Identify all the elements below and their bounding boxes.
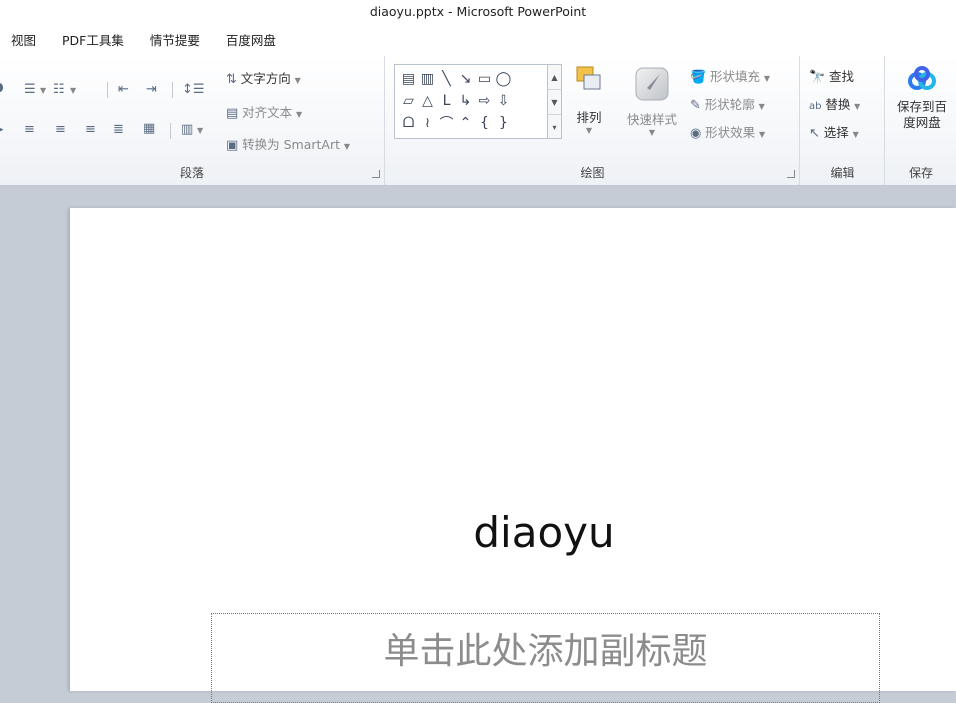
- paragraph-launcher-icon[interactable]: [372, 170, 380, 178]
- bullets-icon[interactable]: ☰: [24, 82, 36, 97]
- tab-view[interactable]: 视图: [0, 26, 49, 56]
- text-direction-icon: ⇅: [226, 72, 237, 87]
- binoculars-icon: 🔭: [809, 70, 826, 85]
- subtitle-placeholder[interactable]: 单击此处添加副标题: [211, 613, 880, 703]
- shape-down-arrow-icon[interactable]: ⇩: [494, 90, 513, 112]
- align-text-label: 对齐文本: [242, 105, 293, 120]
- shape-arc-icon[interactable]: ⌒: [437, 112, 456, 134]
- gallery-up-icon[interactable]: ▲: [548, 65, 561, 90]
- subtitle-placeholder-text: 单击此处添加副标题: [383, 631, 708, 672]
- align-center-icon[interactable]: ≡: [55, 122, 66, 137]
- find-button[interactable]: 🔭 查找: [809, 66, 854, 85]
- convert-smartart-label: 转换为 SmartArt: [242, 137, 341, 152]
- replace-button[interactable]: ab 替换 ▼: [809, 94, 860, 113]
- shape-outline-button[interactable]: ✎ 形状轮廓 ▼: [690, 94, 765, 113]
- shape-left-brace-icon[interactable]: {: [475, 112, 494, 134]
- shape-line-icon[interactable]: ╲: [437, 68, 456, 90]
- shapes-gallery[interactable]: ▤ ▥ ╲ ↘ ▭ ◯ ▱ △ ᒪ ↳ ⇨ ⇩ ᗝ ≀ ⌒ ⌃ { }: [394, 64, 548, 139]
- ribbon-tabs: 视图 PDF工具集 情节提要 百度网盘: [0, 26, 956, 56]
- shape-textbox-icon[interactable]: ▤: [399, 68, 418, 90]
- arrange-label: 排列: [576, 110, 602, 125]
- shape-effects-button[interactable]: ◉ 形状效果 ▼: [690, 122, 765, 141]
- save-to-baidu-label-2: 度网盘: [903, 115, 941, 130]
- baidu-netdisk-icon: [908, 66, 936, 90]
- justify-icon[interactable]: ≣: [113, 122, 124, 137]
- line-spacing-icon[interactable]: ↕☰: [182, 82, 205, 97]
- replace-label: 替换: [825, 97, 851, 112]
- numbering-icon[interactable]: ☷: [53, 82, 65, 97]
- quick-styles-label: 快速样式: [626, 112, 677, 127]
- replace-icon: ab: [809, 101, 822, 112]
- shape-oval-icon[interactable]: ◯: [494, 68, 513, 90]
- pen-icon: ✎: [690, 98, 701, 113]
- bullets-dropdown-icon[interactable]: ▼: [40, 86, 46, 95]
- cursor-icon: ↖: [809, 126, 820, 141]
- select-button[interactable]: ↖ 选择 ▼: [809, 122, 859, 141]
- distributed-icon[interactable]: ▦: [143, 121, 155, 136]
- shape-outline-label: 形状轮廓: [704, 97, 755, 112]
- decrease-indent-icon[interactable]: ⇤: [118, 82, 129, 97]
- shape-freeform-icon[interactable]: ᗝ: [399, 112, 418, 134]
- drawing-launcher-icon[interactable]: [787, 170, 795, 178]
- title-bar: diaoyu.pptx - Microsoft PowerPoint: [0, 0, 956, 26]
- arrange-button[interactable]: 排列 ▼: [570, 64, 608, 154]
- columns-icon[interactable]: ▥: [181, 122, 193, 137]
- columns-dropdown-icon[interactable]: ▼: [197, 126, 203, 135]
- quick-styles-icon: [635, 67, 669, 101]
- select-label: 选择: [823, 125, 849, 140]
- paint-bucket-icon: 🪣: [690, 70, 707, 85]
- tab-baidu-netdisk[interactable]: 百度网盘: [213, 26, 289, 56]
- paragraph-group-label: 段落: [179, 166, 204, 180]
- shape-arrow-line-icon[interactable]: ↘: [456, 68, 475, 90]
- partial-icon-2: ▸: [0, 122, 4, 137]
- shape-rectangle-icon[interactable]: ▭: [475, 68, 494, 90]
- slide-canvas[interactable]: diaoyu 单击此处添加副标题: [70, 208, 956, 703]
- align-left-icon[interactable]: ≡: [24, 122, 35, 137]
- editing-group: 🔭 查找 ab 替换 ▼ ↖ 选择 ▼ 编辑: [801, 56, 885, 185]
- effects-icon: ◉: [690, 126, 702, 141]
- shape-fill-label: 形状填充: [710, 69, 761, 84]
- numbering-dropdown-icon[interactable]: ▼: [70, 86, 76, 95]
- drawing-group-label: 绘图: [580, 166, 605, 180]
- quick-styles-button[interactable]: 快速样式 ▼: [620, 64, 684, 154]
- shape-right-arrow-icon[interactable]: ⇨: [475, 90, 494, 112]
- gallery-more-icon[interactable]: ▾: [548, 115, 561, 140]
- shape-fill-button[interactable]: 🪣 形状填充 ▼: [690, 66, 770, 85]
- shape-triangle-icon[interactable]: △: [418, 90, 437, 112]
- shape-right-brace-icon[interactable]: }: [494, 112, 513, 134]
- shape-vertical-textbox-icon[interactable]: ▥: [418, 68, 437, 90]
- arrange-icon: [576, 66, 601, 90]
- save-to-baidu-button[interactable]: 保存到百 度网盘: [888, 66, 956, 131]
- gallery-down-icon[interactable]: ▼: [548, 90, 561, 115]
- slide-title[interactable]: diaoyu: [70, 508, 956, 557]
- find-label: 查找: [829, 69, 855, 84]
- shape-effects-label: 形状效果: [705, 125, 756, 140]
- shape-rounded-rect-icon[interactable]: ▱: [399, 90, 418, 112]
- increase-indent-icon[interactable]: ⇥: [146, 82, 157, 97]
- shape-elbow-connector-icon[interactable]: ᒪ: [437, 90, 456, 112]
- text-direction-button[interactable]: ⇅ 文字方向 ▼: [226, 68, 301, 87]
- slide-workspace: diaoyu 单击此处添加副标题: [0, 186, 956, 703]
- window-title: diaoyu.pptx - Microsoft PowerPoint: [369, 4, 587, 19]
- editing-group-label: 编辑: [830, 166, 855, 180]
- align-text-button[interactable]: ▤ 对齐文本 ▼: [226, 102, 302, 121]
- ribbon: ◗ ▸ ☰ ▼ ☷ ▼ ⇤ ⇥ ↕☰ ≡ ≡ ≡ ≣ ▦ ▥ ▼ ⇅ 文字方向 …: [0, 56, 956, 186]
- tab-pdf-tools[interactable]: PDF工具集: [49, 26, 137, 56]
- shapes-gallery-scroll[interactable]: ▲ ▼ ▾: [548, 64, 562, 139]
- shape-curve-icon[interactable]: ⌃: [456, 112, 475, 134]
- paragraph-group: ◗ ▸ ☰ ▼ ☷ ▼ ⇤ ⇥ ↕☰ ≡ ≡ ≡ ≣ ▦ ▥ ▼ ⇅ 文字方向 …: [0, 56, 385, 185]
- save-to-baidu-label-1: 保存到百: [896, 99, 947, 114]
- align-right-icon[interactable]: ≡: [85, 122, 96, 137]
- shape-scribble-icon[interactable]: ≀: [418, 112, 437, 134]
- partial-icon: ◗: [0, 80, 4, 95]
- tab-storyboard[interactable]: 情节提要: [137, 26, 213, 56]
- drawing-group: ▤ ▥ ╲ ↘ ▭ ◯ ▱ △ ᒪ ↳ ⇨ ⇩ ᗝ ≀ ⌒ ⌃ { } ▲ ▼ …: [386, 56, 800, 185]
- align-text-icon: ▤: [226, 106, 239, 121]
- convert-smartart-button[interactable]: ▣ 转换为 SmartArt ▼: [226, 134, 350, 153]
- text-direction-label: 文字方向: [240, 71, 291, 86]
- save-group-label: 保存: [908, 166, 933, 180]
- save-group: 保存到百 度网盘 保存: [886, 56, 956, 185]
- shape-elbow-arrow-icon[interactable]: ↳: [456, 90, 475, 112]
- smartart-icon: ▣: [226, 138, 239, 153]
